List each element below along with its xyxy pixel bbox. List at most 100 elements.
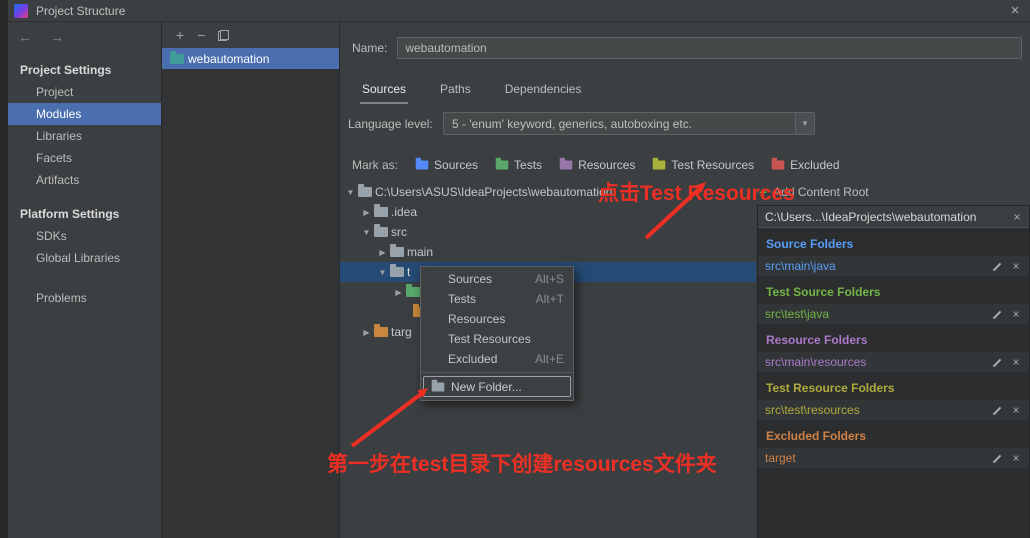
tab-paths[interactable]: Paths bbox=[438, 78, 473, 104]
folder-icon bbox=[358, 184, 372, 197]
language-level-select[interactable]: 5 - 'enum' keyword, generics, autoboxing… bbox=[443, 112, 815, 135]
resource-folder-row[interactable]: src\main\resources × bbox=[758, 352, 1029, 372]
sources-folder-icon bbox=[415, 157, 429, 170]
folder-icon bbox=[374, 224, 388, 237]
tests-folder-icon bbox=[495, 157, 509, 170]
excluded-folder-row[interactable]: target × bbox=[758, 448, 1029, 468]
module-list-item[interactable]: webautomation bbox=[162, 48, 339, 69]
chevron-collapsed-icon[interactable]: ▶ bbox=[360, 208, 373, 217]
source-folders-title: Source Folders bbox=[766, 237, 854, 251]
menu-separator bbox=[422, 372, 572, 373]
edit-icon[interactable] bbox=[992, 357, 1003, 368]
sidebar-item-libraries[interactable]: Libraries bbox=[8, 125, 161, 147]
delete-icon[interactable]: × bbox=[1010, 403, 1022, 417]
sidebar-item-facets[interactable]: Facets bbox=[8, 147, 161, 169]
chevron-collapsed-icon[interactable]: ▶ bbox=[360, 328, 373, 337]
test-resource-folder-row[interactable]: src\test\resources × bbox=[758, 400, 1029, 420]
tree-row-root[interactable]: ▼ C:\Users\ASUS\IdeaProjects\webautomati… bbox=[340, 182, 756, 202]
excluded-folders-title: Excluded Folders bbox=[766, 429, 867, 443]
test-resources-folder-icon bbox=[653, 157, 666, 170]
mark-as-context-menu: Sources Alt+S Tests Alt+T Resources Test… bbox=[420, 266, 574, 401]
sidebar-item-sdks[interactable]: SDKs bbox=[8, 225, 161, 247]
resource-folders-title: Resource Folders bbox=[766, 333, 868, 347]
menu-item-tests[interactable]: Tests Alt+T bbox=[421, 289, 573, 309]
chevron-expanded-icon[interactable]: ▼ bbox=[360, 228, 373, 237]
sidebar-item-project[interactable]: Project bbox=[8, 81, 161, 103]
mark-label: Excluded bbox=[790, 158, 840, 172]
mark-label: Sources bbox=[434, 158, 479, 172]
editor-tabs: Sources Paths Dependencies bbox=[360, 78, 583, 104]
chevron-expanded-icon[interactable]: ▼ bbox=[376, 268, 389, 277]
mark-tests-button[interactable]: Tests bbox=[494, 157, 543, 172]
window-title: Project Structure bbox=[36, 3, 126, 18]
sidebar-item-artifacts[interactable]: Artifacts bbox=[8, 169, 161, 191]
close-icon[interactable]: × bbox=[1000, 0, 1030, 22]
sidebar-item-modules[interactable]: Modules bbox=[8, 103, 161, 125]
edit-icon[interactable] bbox=[992, 309, 1003, 320]
mark-excluded-button[interactable]: Excluded bbox=[770, 157, 840, 172]
folder-path: src\main\java bbox=[765, 259, 836, 273]
folder-path: src\test\java bbox=[765, 307, 830, 321]
settings-sidebar: ← → Project Settings Project Modules Lib… bbox=[8, 22, 162, 538]
forward-icon[interactable]: → bbox=[50, 29, 64, 45]
menu-item-excluded[interactable]: Excluded Alt+E bbox=[421, 349, 573, 369]
remove-content-root-icon[interactable]: × bbox=[1009, 210, 1025, 224]
delete-icon[interactable]: × bbox=[1010, 307, 1022, 321]
mark-as-row: Mark as: Sources Tests Resources Test Re… bbox=[352, 157, 840, 172]
tree-row-main[interactable]: ▶ main bbox=[340, 242, 756, 262]
tree-row-label: .idea bbox=[391, 205, 418, 219]
delete-icon[interactable]: × bbox=[1010, 355, 1022, 369]
mark-as-label: Mark as: bbox=[352, 158, 399, 172]
menu-item-sources[interactable]: Sources Alt+S bbox=[421, 269, 573, 289]
chevron-collapsed-icon[interactable]: ▶ bbox=[392, 288, 405, 297]
tree-row-label: main bbox=[407, 245, 434, 259]
menu-item-label: Excluded bbox=[448, 352, 498, 366]
module-name: webautomation bbox=[188, 51, 270, 66]
name-row: Name: bbox=[352, 37, 1022, 59]
menu-item-new-folder[interactable]: New Folder... bbox=[423, 376, 571, 397]
content-root-header: C:\Users...\IdeaProjects\webautomation × bbox=[758, 206, 1029, 228]
module-name-input[interactable] bbox=[397, 37, 1022, 59]
edit-icon[interactable] bbox=[992, 453, 1003, 464]
mark-test-resources-button[interactable]: Test Resources bbox=[651, 157, 754, 172]
copy-module-icon[interactable] bbox=[218, 29, 230, 41]
add-module-icon[interactable]: + bbox=[176, 28, 184, 42]
back-icon[interactable]: ← bbox=[18, 29, 32, 45]
language-level-row: Language level: 5 - 'enum' keyword, gene… bbox=[348, 112, 815, 135]
tree-row-label: t bbox=[407, 265, 411, 279]
menu-item-resources[interactable]: Resources bbox=[421, 309, 573, 329]
tree-row-label: C:\Users\ASUS\IdeaProjects\webautomation bbox=[375, 185, 613, 199]
sidebar-item-problems[interactable]: Problems bbox=[8, 287, 161, 309]
tree-row-label: src bbox=[391, 225, 407, 239]
mark-label: Tests bbox=[514, 158, 543, 172]
tree-row-idea[interactable]: ▶ .idea bbox=[340, 202, 756, 222]
chevron-down-icon[interactable]: ▼ bbox=[795, 113, 814, 134]
name-label: Name: bbox=[352, 41, 388, 55]
menu-item-test-resources[interactable]: Test Resources bbox=[421, 329, 573, 349]
mark-sources-button[interactable]: Sources bbox=[414, 157, 479, 172]
remove-module-icon[interactable]: − bbox=[197, 28, 205, 42]
folder-path: src\main\resources bbox=[765, 355, 867, 369]
app-icon bbox=[14, 3, 28, 18]
test-source-folder-row[interactable]: src\test\java × bbox=[758, 304, 1029, 324]
add-content-root-button[interactable]: + Add Content Root bbox=[759, 184, 869, 200]
tab-sources[interactable]: Sources bbox=[360, 78, 409, 104]
delete-icon[interactable]: × bbox=[1010, 451, 1022, 465]
edit-icon[interactable] bbox=[992, 261, 1003, 272]
folder-icon bbox=[390, 244, 404, 257]
excluded-folder-icon bbox=[771, 157, 785, 170]
new-folder-icon bbox=[431, 379, 445, 391]
folder-path: target bbox=[765, 451, 796, 465]
chevron-expanded-icon[interactable]: ▼ bbox=[344, 188, 357, 197]
module-toolbar: + − bbox=[162, 22, 339, 48]
tab-dependencies[interactable]: Dependencies bbox=[503, 78, 584, 104]
delete-icon[interactable]: × bbox=[1010, 259, 1022, 273]
mark-resources-button[interactable]: Resources bbox=[558, 157, 635, 172]
edit-icon[interactable] bbox=[992, 405, 1003, 416]
tree-row-src[interactable]: ▼ src bbox=[340, 222, 756, 242]
sidebar-item-global-libraries[interactable]: Global Libraries bbox=[8, 247, 161, 269]
menu-item-label: Resources bbox=[448, 312, 506, 326]
plus-icon: + bbox=[759, 184, 768, 200]
source-folder-row[interactable]: src\main\java × bbox=[758, 256, 1029, 276]
chevron-collapsed-icon[interactable]: ▶ bbox=[376, 248, 389, 257]
